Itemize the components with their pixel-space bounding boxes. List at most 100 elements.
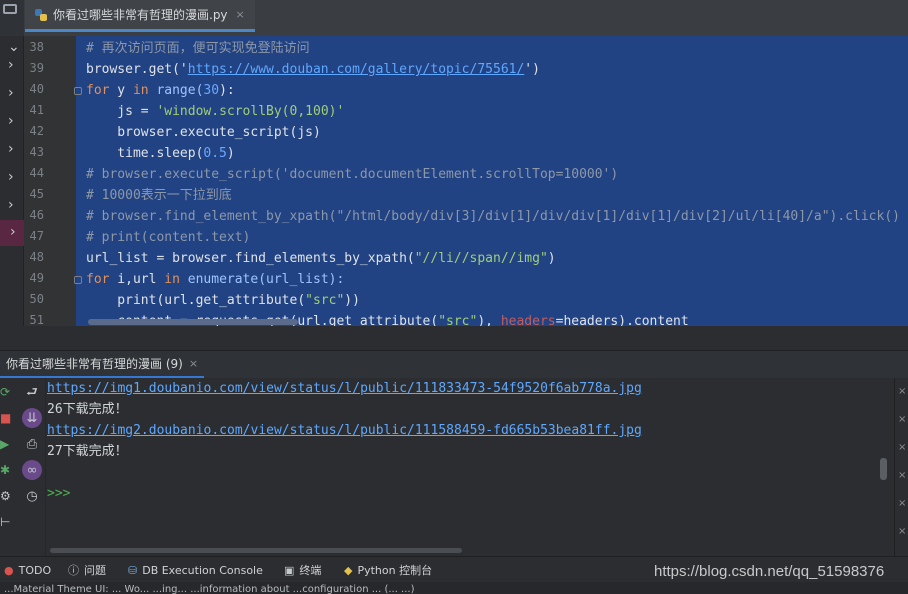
console-prompt[interactable]: >>>	[47, 483, 70, 504]
console-link[interactable]: https://img1.doubanio.com/view/status/l/…	[47, 378, 642, 399]
code-line: # 再次访问页面，便可实现免登陆访问	[86, 41, 310, 56]
editor-tab-bar: 你看过哪些非常有哲理的漫画.py ×	[0, 0, 908, 36]
settings-icon[interactable]: ⚙	[0, 490, 12, 502]
console-horizontal-scrollbar[interactable]	[50, 548, 462, 553]
close-icon[interactable]: ×	[898, 414, 906, 425]
close-icon[interactable]: ×	[898, 470, 906, 481]
code-line: url_list = browser.find_elements_by_xpat…	[86, 251, 556, 266]
fold-icon[interactable]	[74, 276, 82, 284]
info-icon: ⓘ	[68, 564, 79, 577]
todo-icon: ●	[4, 563, 14, 577]
python-file-icon	[35, 8, 47, 21]
line-number: 40	[29, 82, 44, 96]
code-editor[interactable]: ⌄ › › › › › › › 38 39 40 41 42 43 44 45 46 47 48 49…	[0, 36, 908, 326]
code-content[interactable]: # 再次访问页面，便可实现免登陆访问 browser.get('https://…	[86, 36, 908, 326]
console-toolbar: ⮐ ⇊ ⎙ ∞ ◷	[16, 378, 46, 556]
line-number: 51	[29, 313, 44, 326]
chevron-down-icon[interactable]: ⌄	[8, 40, 20, 54]
console-vertical-scrollbar[interactable]	[880, 458, 887, 480]
terminal-label: 终端	[299, 564, 322, 577]
close-icon[interactable]: ×	[898, 386, 906, 397]
terminal-tool-button[interactable]: ▣ 终端	[284, 557, 321, 583]
python-console-label: Python 控制台	[357, 564, 433, 577]
line-number: 42	[29, 124, 44, 138]
soft-wrap-icon[interactable]: ⮐	[22, 384, 42, 404]
editor-tab-label: 你看过哪些非常有哲理的漫画.py	[53, 8, 228, 22]
code-line: print(url.get_attribute("src"))	[86, 293, 360, 308]
chevron-right-icon[interactable]: ›	[8, 114, 18, 128]
code-line: js = 'window.scrollBy(0,100)'	[86, 104, 345, 119]
show-variables-icon[interactable]: ∞	[22, 460, 42, 480]
database-icon: ⛁	[128, 563, 138, 577]
code-line: for i,url in enumerate(url_list):	[86, 272, 345, 287]
chevron-right-icon[interactable]: ›	[0, 220, 24, 246]
debug-icon[interactable]: ✱	[0, 464, 12, 476]
problems-label: 问题	[84, 564, 106, 577]
code-line: # browser.execute_script('document.docum…	[86, 167, 619, 182]
print-icon[interactable]: ⎙	[22, 434, 42, 454]
db-console-label: DB Execution Console	[142, 563, 263, 577]
problems-tool-button[interactable]: ⓘ 问题	[68, 557, 106, 583]
line-number: 43	[29, 145, 44, 159]
chevron-right-icon[interactable]: ›	[8, 58, 18, 72]
db-console-tool-button[interactable]: ⛁ DB Execution Console	[128, 557, 263, 583]
chevron-right-icon[interactable]: ›	[8, 198, 18, 212]
run-icon[interactable]: ▶	[0, 438, 12, 450]
run-panel-header: 你看过哪些非常有哲理的漫画 (9) ×	[0, 350, 908, 379]
code-line: browser.execute_script(js)	[86, 125, 321, 140]
line-number: 44	[29, 166, 44, 180]
rerun-icon[interactable]: ⟳	[0, 386, 12, 398]
line-number: 48	[29, 250, 44, 264]
line-number: 46	[29, 208, 44, 222]
chevron-right-icon[interactable]: ›	[8, 142, 18, 156]
editor-tab[interactable]: 你看过哪些非常有哲理的漫画.py ×	[25, 0, 255, 32]
line-number: 50	[29, 292, 44, 306]
chevron-right-icon[interactable]: ›	[8, 170, 18, 184]
console-line: 26下载完成！	[47, 402, 128, 417]
run-tab-label: 你看过哪些非常有哲理的漫画 (9)	[6, 357, 183, 371]
run-tab[interactable]: 你看过哪些非常有哲理的漫画 (9) ×	[0, 351, 205, 379]
scroll-to-end-icon[interactable]: ⇊	[22, 408, 42, 428]
status-message: ...Material Theme UI: ... Wo... ...ing..…	[4, 584, 415, 594]
chevron-right-icon[interactable]: ›	[8, 86, 18, 100]
project-panel-toggle[interactable]	[0, 0, 24, 36]
todo-label: TODO	[18, 563, 52, 577]
right-tool-strip: × × × × × ×	[894, 378, 908, 556]
code-line: for y in range(30):	[86, 83, 235, 98]
terminal-icon: ▣	[284, 563, 295, 577]
code-line: # print(content.text)	[86, 230, 251, 245]
editor-horizontal-scrollbar[interactable]	[88, 319, 298, 325]
status-bar: ...Material Theme UI: ... Wo... ...ing..…	[0, 582, 908, 594]
close-icon[interactable]: ×	[236, 8, 245, 21]
line-number: 41	[29, 103, 44, 117]
code-line: # 10000表示一下拉到底	[86, 188, 232, 203]
code-line: time.sleep(0.5)	[86, 146, 235, 161]
code-url-link[interactable]: https://www.douban.com/gallery/topic/755…	[188, 62, 525, 77]
console-output[interactable]: https://img1.doubanio.com/view/status/l/…	[46, 378, 894, 556]
console-line: 27下载完成！	[47, 444, 128, 459]
line-number: 38	[29, 40, 44, 54]
pin-icon[interactable]: ⊢	[0, 516, 12, 528]
code-line: # browser.find_element_by_xpath("/html/b…	[86, 209, 900, 224]
window-icon	[3, 4, 17, 14]
line-number: 45	[29, 187, 44, 201]
line-number: 47	[29, 229, 44, 243]
close-icon[interactable]: ×	[898, 526, 906, 537]
panel-splitter[interactable]	[0, 326, 908, 348]
python-console-tool-button[interactable]: ◆ Python 控制台	[344, 557, 432, 583]
close-icon[interactable]: ×	[898, 442, 906, 453]
line-number: 49	[29, 271, 44, 285]
structure-strip: ⌄ › › › › › › ›	[0, 36, 24, 326]
history-icon[interactable]: ◷	[22, 486, 42, 506]
close-icon[interactable]: ×	[898, 498, 906, 509]
todo-tool-button[interactable]: ● TODO	[4, 557, 51, 583]
run-actions-strip: ⟳ ■ ▶ ✱ ⚙ ⊢	[0, 378, 16, 556]
line-number: 39	[29, 61, 44, 75]
close-icon[interactable]: ×	[189, 357, 198, 370]
stop-icon[interactable]: ■	[0, 412, 12, 424]
watermark-text: https://blog.csdn.net/qq_51598376	[654, 563, 885, 580]
line-number-gutter: 38 39 40 41 42 43 44 45 46 47 48 49 50 51	[24, 36, 82, 326]
fold-icon[interactable]	[74, 87, 82, 95]
code-line: browser.get('https://www.douban.com/gall…	[86, 62, 540, 77]
console-link[interactable]: https://img2.doubanio.com/view/status/l/…	[47, 420, 642, 441]
